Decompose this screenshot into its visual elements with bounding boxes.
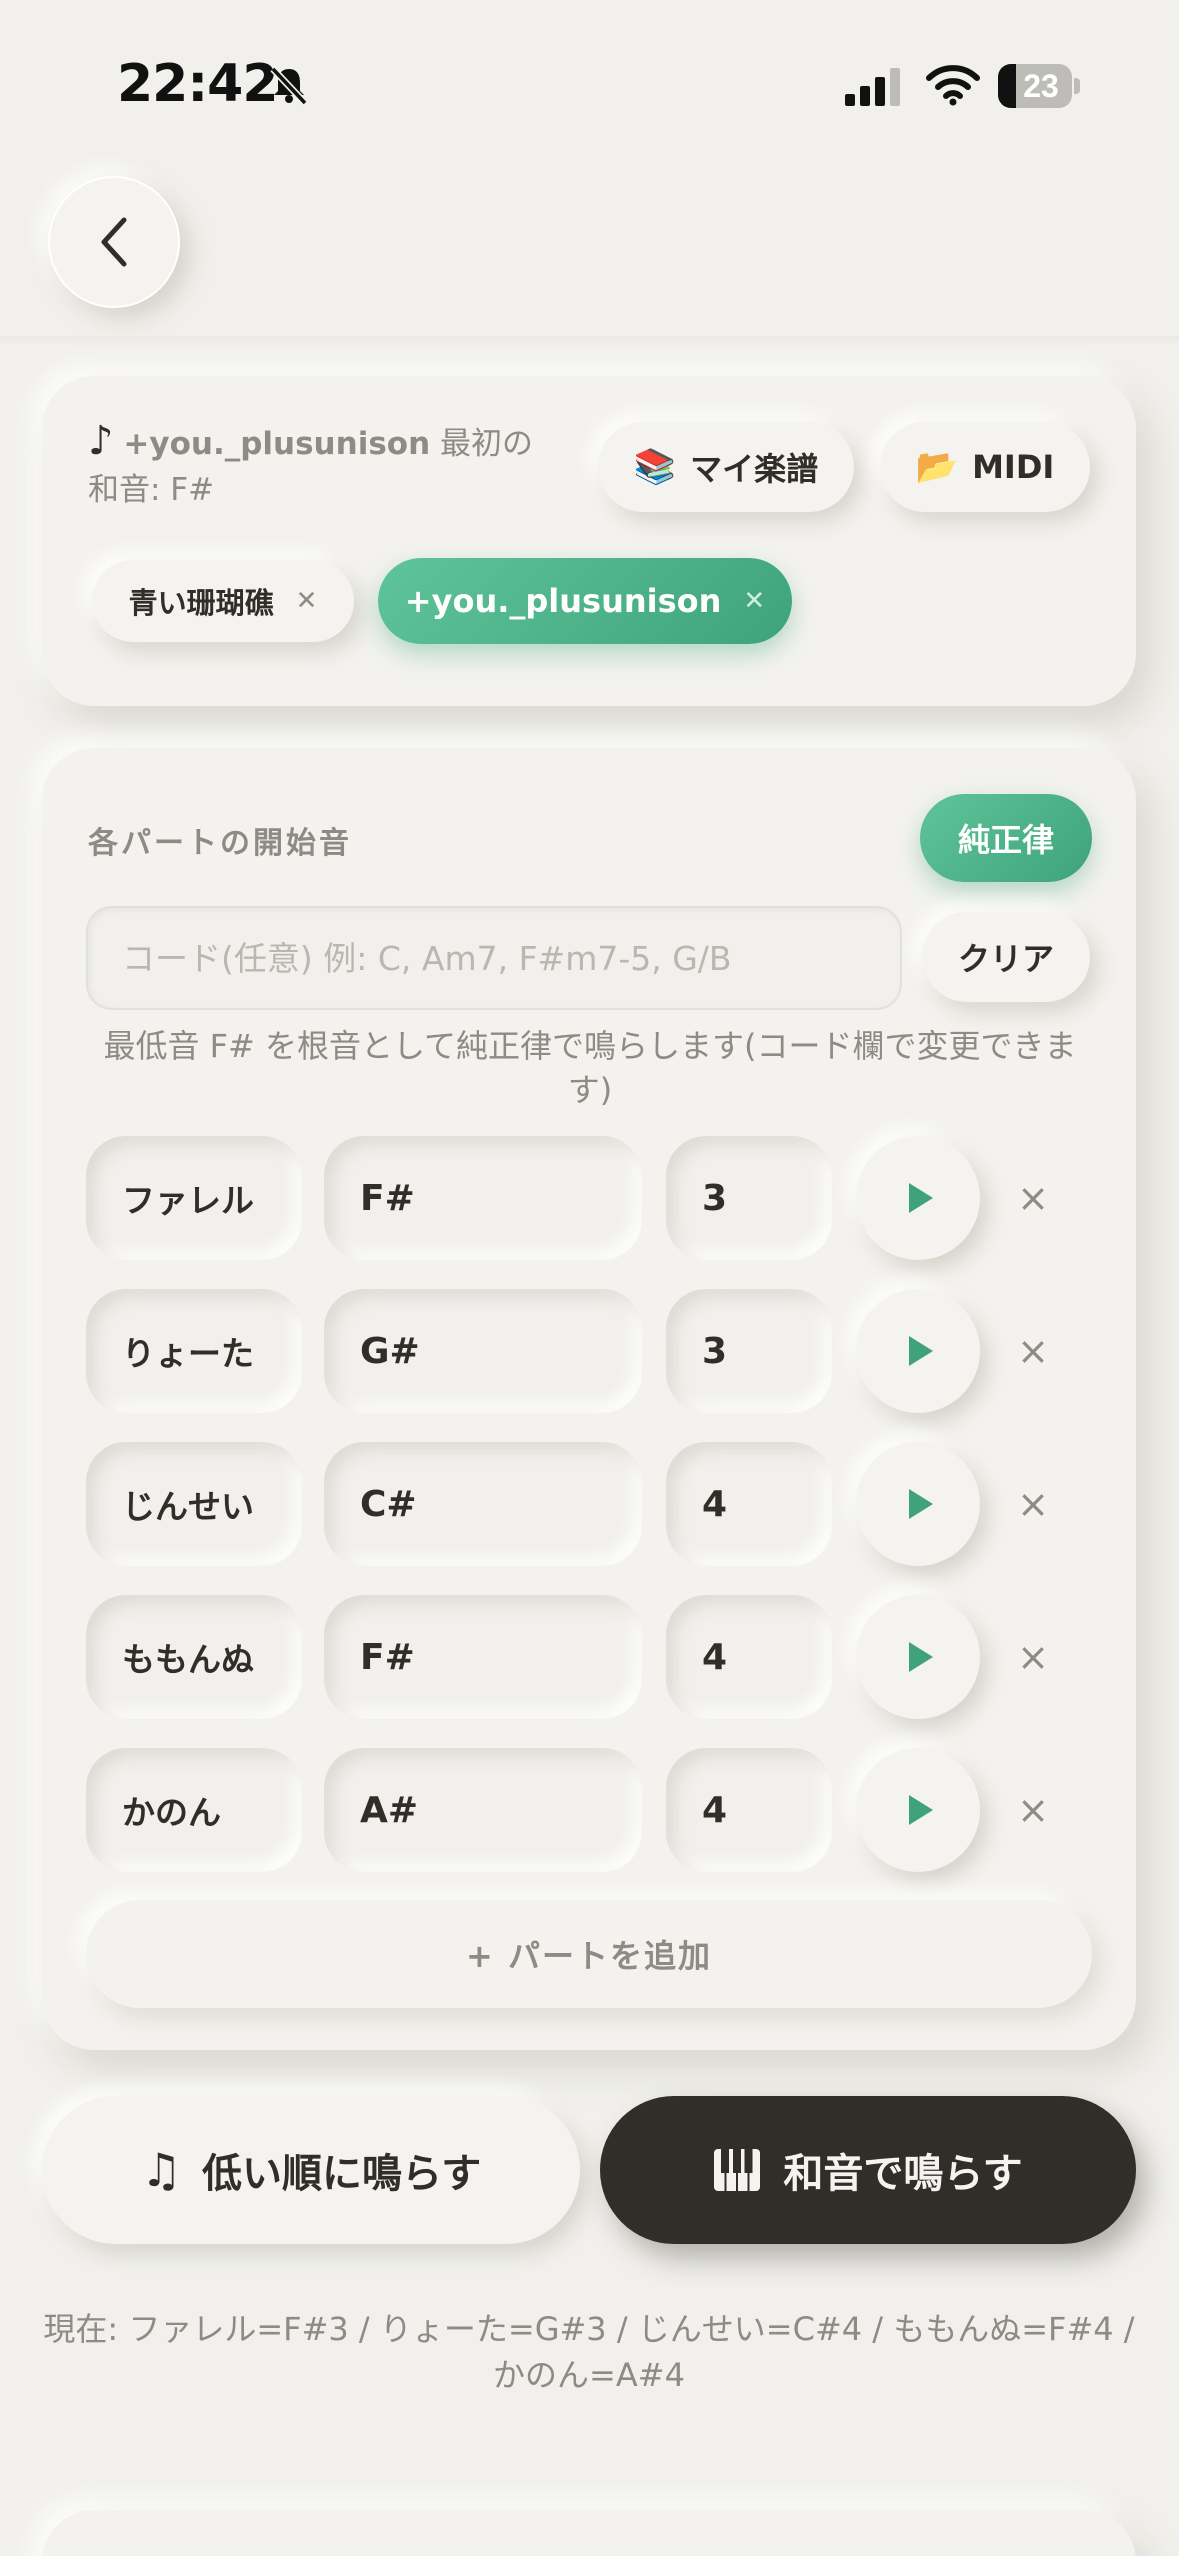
remove-part-button[interactable]: × xyxy=(1008,1748,1058,1872)
part-note-field[interactable]: C# xyxy=(324,1442,642,1566)
chord-input[interactable] xyxy=(86,906,902,1010)
close-icon[interactable]: ✕ xyxy=(296,586,318,616)
cellular-signal-icon xyxy=(845,68,900,106)
next-card xyxy=(42,2510,1136,2556)
my-scores-button[interactable]: 📚 マイ楽譜 xyxy=(598,422,854,512)
score-info: ♪ +you._plusunison 最初の和音: F# xyxy=(88,418,558,513)
song-tag-active[interactable]: +you._plusunison ✕ xyxy=(378,558,792,644)
add-part-button[interactable]: + パートを追加 xyxy=(86,1900,1092,2008)
part-name-field[interactable]: ファレル xyxy=(86,1136,302,1260)
play-ascending-button[interactable]: ♫ 低い順に鳴らす xyxy=(42,2096,580,2244)
books-icon: 📚 xyxy=(633,447,677,487)
play-button[interactable] xyxy=(856,1136,980,1260)
battery-level: 23 xyxy=(1023,68,1059,104)
status-time: 22:42 xyxy=(117,54,279,114)
just-intonation-toggle[interactable]: 純正律 xyxy=(920,794,1092,882)
play-button[interactable] xyxy=(856,1442,980,1566)
part-row: ももんぬ F# 4 × xyxy=(86,1595,1096,1721)
section-label: 各パートの開始音 xyxy=(88,826,352,861)
part-octave-field[interactable]: 3 xyxy=(666,1289,832,1413)
tuning-hint: 最低音 F# を根音として純正律で鳴らします(コード欄で変更できます) xyxy=(103,1027,1077,1109)
my-scores-label: マイ楽譜 xyxy=(690,450,819,488)
song-tag[interactable]: 青い珊瑚礁 ✕ xyxy=(92,560,354,642)
part-octave-field[interactable]: 4 xyxy=(666,1595,832,1719)
wifi-icon xyxy=(926,65,980,106)
part-octave-field[interactable]: 4 xyxy=(666,1442,832,1566)
music-note-icon: ♫ xyxy=(140,2143,183,2197)
part-note-field[interactable]: A# xyxy=(324,1748,642,1872)
midi-label: MIDI xyxy=(972,448,1055,486)
remove-part-button[interactable]: × xyxy=(1008,1442,1058,1566)
folder-icon: 📂 xyxy=(915,447,959,487)
midi-button[interactable]: 📂 MIDI xyxy=(880,422,1090,512)
current-assignment: 現在: ファレル=F#3 / りょーた=G#3 / じんせい=C#4 / ももん… xyxy=(43,2310,1135,2394)
part-name-field[interactable]: りょーた xyxy=(86,1289,302,1413)
part-row: かのん A# 4 × xyxy=(86,1748,1096,1874)
play-button[interactable] xyxy=(856,1289,980,1413)
part-name-field[interactable]: じんせい xyxy=(86,1442,302,1566)
remove-part-button[interactable]: × xyxy=(1008,1289,1058,1413)
remove-part-button[interactable]: × xyxy=(1008,1595,1058,1719)
music-note-icon: ♪ xyxy=(88,418,114,464)
part-row: じんせい C# 4 × xyxy=(86,1442,1096,1568)
part-note-field[interactable]: F# xyxy=(324,1136,642,1260)
piano-icon xyxy=(714,2149,761,2191)
current-song: +you._plusunison xyxy=(123,426,431,462)
play-chord-button[interactable]: 和音で鳴らす xyxy=(600,2096,1136,2244)
battery-indicator: 23 xyxy=(998,64,1080,108)
clear-button[interactable]: クリア xyxy=(922,912,1090,1002)
song-tag-label: 青い珊瑚礁 xyxy=(128,586,274,620)
play-button[interactable] xyxy=(856,1748,980,1872)
part-name-field[interactable]: ももんぬ xyxy=(86,1595,302,1719)
part-name-field[interactable]: かのん xyxy=(86,1748,302,1872)
part-row: りょーた G# 3 × xyxy=(86,1289,1096,1415)
part-octave-field[interactable]: 3 xyxy=(666,1136,832,1260)
part-row: ファレル F# 3 × xyxy=(86,1136,1096,1262)
chevron-left-icon xyxy=(101,217,127,267)
part-note-field[interactable]: F# xyxy=(324,1595,642,1719)
part-note-field[interactable]: G# xyxy=(324,1289,642,1413)
play-chord-label: 和音で鳴らす xyxy=(783,2151,1023,2197)
remove-part-button[interactable]: × xyxy=(1008,1136,1058,1260)
play-ascending-label: 低い順に鳴らす xyxy=(202,2151,482,2197)
header-divider xyxy=(0,336,1179,346)
song-tag-label: +you._plusunison xyxy=(404,582,722,620)
bell-muted-icon xyxy=(270,66,308,106)
play-button[interactable] xyxy=(856,1595,980,1719)
back-button[interactable] xyxy=(48,176,180,308)
close-icon[interactable]: ✕ xyxy=(743,586,765,616)
part-octave-field[interactable]: 4 xyxy=(666,1748,832,1872)
